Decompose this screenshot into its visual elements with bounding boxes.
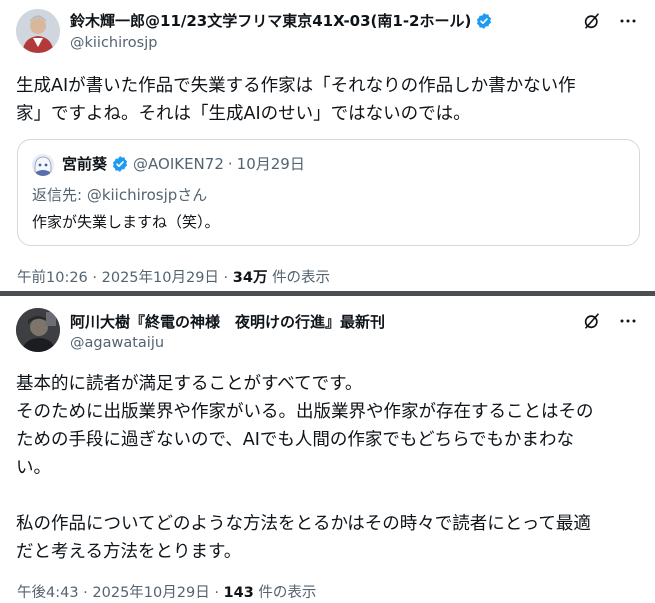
post-date[interactable]: 2025年10月29日 xyxy=(92,585,209,601)
post-time[interactable]: 午後4:43 xyxy=(17,585,79,601)
post-text: 基本的に読者が満足することがすべてです。 そのために出版業界や作家がいる。出版業… xyxy=(16,374,594,562)
meta-separator: · xyxy=(214,585,219,601)
meta-separator: · xyxy=(83,585,88,601)
post-meta: 午後4:43 · 2025年10月29日 · 143 件の表示 xyxy=(17,583,316,603)
post-actions-top xyxy=(583,312,637,330)
avatar[interactable] xyxy=(16,308,60,352)
display-name[interactable]: 阿川大樹『終電の神様 夜明けの行進』最新刊 xyxy=(70,312,385,332)
more-options-icon[interactable] xyxy=(619,312,637,330)
view-label: 件の表示 xyxy=(258,585,317,601)
handle[interactable]: @agawataiju xyxy=(70,334,164,353)
view-count: 143 xyxy=(223,585,254,601)
grok-icon[interactable] xyxy=(583,312,601,330)
author-row: 阿川大樹『終電の神様 夜明けの行進』最新刊 xyxy=(70,312,385,332)
post-2[interactable]: 阿川大樹『終電の神様 夜明けの行進』最新刊 @agawataiju 基本的に読者… xyxy=(0,0,655,603)
